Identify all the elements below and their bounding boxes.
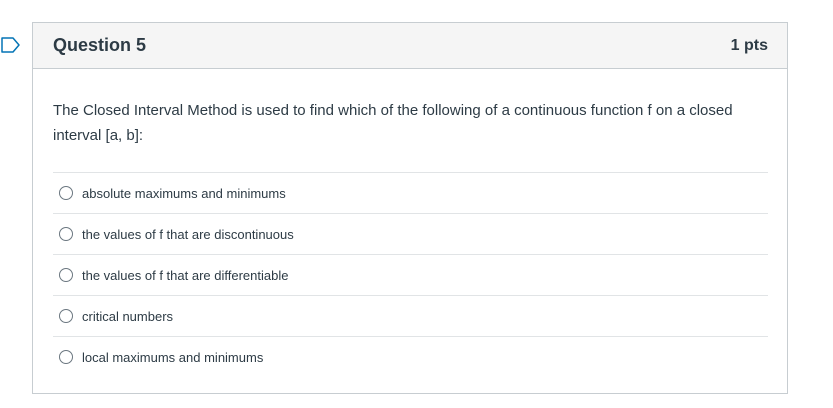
question-title: Question 5 — [53, 35, 147, 55]
question-points: 1 pts — [730, 36, 768, 54]
answer-label: absolute maximums and minimums — [82, 185, 286, 201]
radio-button-icon[interactable] — [59, 350, 73, 364]
answer-option-critical-numbers[interactable]: critical numbers — [53, 295, 768, 336]
answer-label: local maximums and minimums — [82, 349, 264, 365]
answer-option-absolute-extrema[interactable]: absolute maximums and minimums — [53, 172, 768, 213]
question-text: The Closed Interval Method is used to fi… — [53, 102, 733, 144]
answer-label: critical numbers — [82, 308, 174, 324]
answer-option-differentiable[interactable]: the values of f that are differentiable — [53, 254, 768, 295]
answer-option-discontinuous[interactable]: the values of f that are discontinuous — [53, 213, 768, 254]
answer-list: absolute maximums and minimums the value… — [53, 172, 768, 377]
question-card: Question 5 1 pts The Closed Interval Met… — [32, 22, 788, 394]
radio-button-icon[interactable] — [59, 186, 73, 200]
question-header: Question 5 1 pts — [33, 23, 787, 69]
radio-button-icon[interactable] — [59, 268, 73, 282]
answer-option-local-extrema[interactable]: local maximums and minimums — [53, 336, 768, 377]
radio-button-icon[interactable] — [59, 309, 73, 323]
radio-button-icon[interactable] — [59, 227, 73, 241]
answer-label: the values of f that are discontinuous — [82, 226, 294, 242]
flag-question-icon[interactable] — [0, 34, 22, 56]
answer-label: the values of f that are differentiable — [82, 267, 289, 283]
